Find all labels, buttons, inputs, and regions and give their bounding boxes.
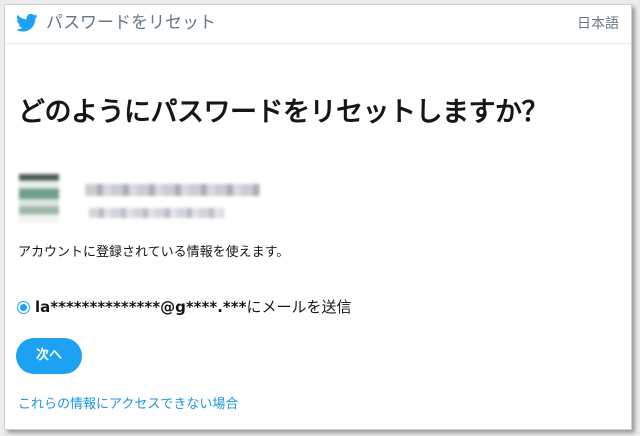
account-name-blurred [85, 184, 260, 196]
header-title: パスワードをリセット [46, 13, 216, 33]
avatar [19, 174, 59, 222]
no-access-link[interactable]: これらの情報にアクセスできない場合 [18, 395, 238, 415]
twitter-bird-icon[interactable] [16, 13, 38, 33]
email-option-label[interactable]: la**************@g****.***にメールを送信 [35, 296, 351, 318]
masked-email: la**************@g****.*** [35, 298, 247, 316]
header-bar: パスワードをリセット 日本語 [5, 5, 631, 44]
reset-password-page: パスワードをリセット 日本語 どのようにパスワードをリセットしますか？ アカウン… [4, 4, 632, 430]
account-handle-blurred [89, 208, 224, 218]
next-button[interactable]: 次へ [16, 338, 82, 374]
page-heading: どのようにパスワードをリセットしますか？ [18, 97, 549, 128]
language-selector[interactable]: 日本語 [577, 14, 619, 34]
info-text: アカウントに登録されている情報を使えます。 [18, 245, 290, 260]
email-option-radio[interactable] [17, 301, 30, 314]
email-option-suffix: にメールを送信 [246, 298, 352, 316]
